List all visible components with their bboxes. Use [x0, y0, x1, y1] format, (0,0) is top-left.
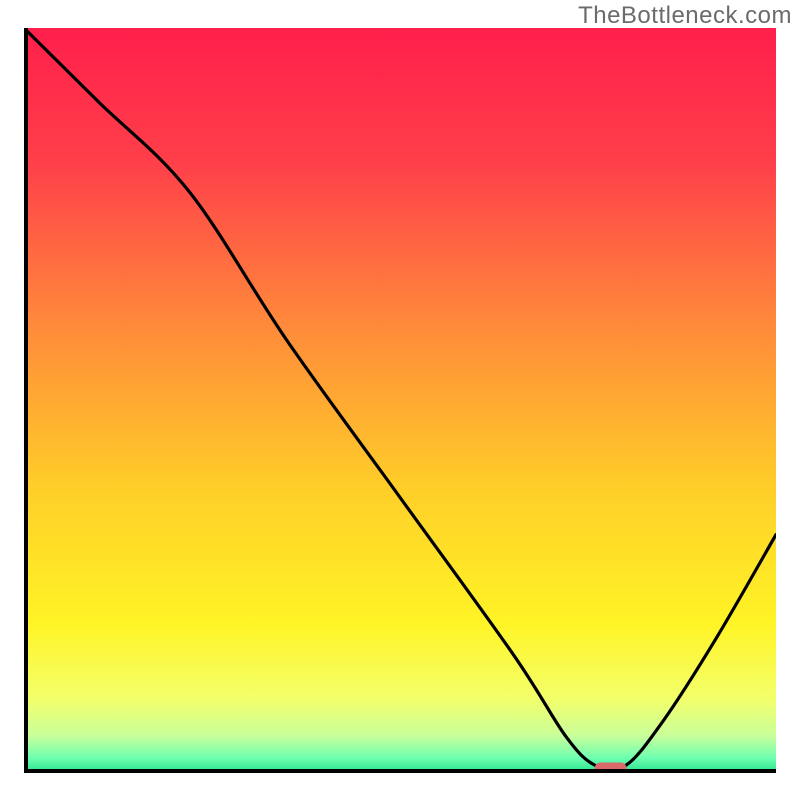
chart-series-curve — [24, 28, 776, 773]
minimum-marker — [595, 763, 627, 774]
watermark-text: TheBottleneck.com — [578, 2, 792, 30]
